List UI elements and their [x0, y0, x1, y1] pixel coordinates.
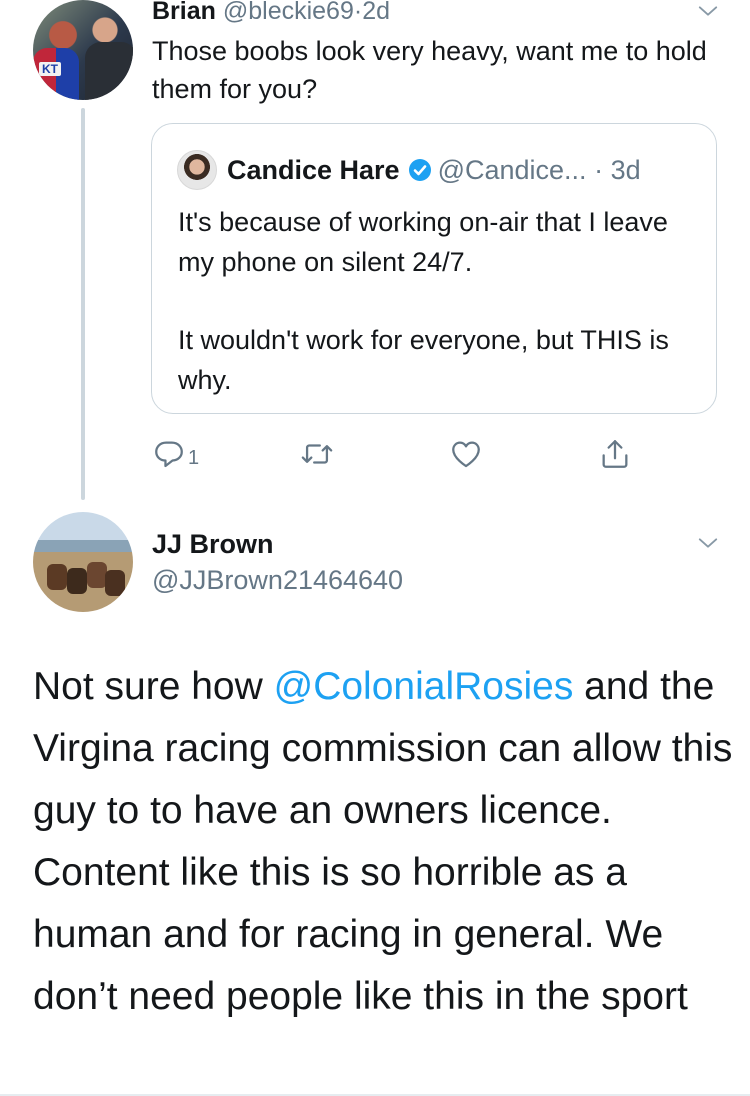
thread-line — [81, 108, 85, 500]
main-author-name[interactable]: JJ Brown — [152, 527, 274, 561]
share-action[interactable] — [598, 434, 632, 474]
quoted-tweet-header: Candice Hare @Candice... · 3d — [227, 152, 641, 188]
main-text-start: Not sure how — [33, 665, 274, 708]
candice-avatar — [177, 150, 217, 190]
avatar-horse — [105, 570, 125, 596]
chevron-down-icon[interactable] — [697, 0, 719, 22]
reply-separator: · — [353, 0, 363, 25]
avatar-shirt — [85, 42, 133, 100]
reply-icon[interactable] — [152, 437, 186, 471]
quoted-author-name: Candice Hare — [227, 155, 400, 185]
retweet-action[interactable] — [300, 434, 334, 474]
avatar-horse — [47, 564, 67, 590]
reply-author-name[interactable]: Brian — [152, 0, 216, 25]
reply-count: 1 — [188, 446, 200, 469]
verified-badge-icon — [408, 159, 431, 181]
reply-action[interactable]: 1 — [152, 434, 199, 474]
quoted-separator: · — [594, 155, 604, 185]
brian-avatar[interactable]: KT — [33, 0, 133, 100]
chevron-down-icon[interactable] — [697, 532, 719, 554]
main-author-handle[interactable]: @JJBrown21464640 — [152, 563, 403, 597]
share-icon[interactable] — [598, 437, 632, 471]
avatar-horse — [67, 568, 87, 594]
main-tweet-text: Not sure how @ColonialRosies and the Vir… — [33, 656, 733, 1028]
quoted-paragraph-1: It's because of working on-air that I le… — [178, 207, 668, 277]
reply-timestamp[interactable]: 2d — [362, 0, 390, 25]
mention-link[interactable]: @ColonialRosies — [274, 665, 574, 708]
avatar-horse — [87, 562, 107, 588]
avatar-sign: KT — [39, 62, 61, 76]
like-action[interactable] — [449, 434, 483, 474]
quoted-timestamp: 3d — [610, 155, 641, 185]
reply-tweet-text: Those boobs look very heavy, want me to … — [152, 36, 707, 104]
reply-author-handle[interactable]: @bleckie69 — [223, 0, 354, 25]
like-icon[interactable] — [449, 437, 483, 471]
retweet-icon[interactable] — [300, 437, 334, 471]
quoted-tweet-text: It's because of working on-air that I le… — [178, 202, 698, 400]
quoted-paragraph-2: It wouldn't work for everyone, but THIS … — [178, 325, 669, 395]
jj-brown-avatar[interactable] — [33, 512, 133, 612]
main-text-end: and the Virgina racing commission can al… — [33, 665, 733, 1018]
quoted-author-handle: @Candice... — [437, 155, 587, 185]
reply-tweet-header: Brian @bleckie69·2d — [152, 0, 390, 28]
